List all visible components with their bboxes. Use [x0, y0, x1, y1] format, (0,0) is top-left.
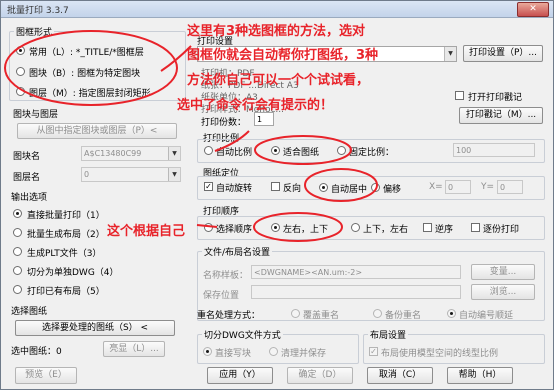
- annotation-line-4: 选中了命令行会有提示的！: [177, 98, 334, 113]
- annotation-line-3: 方法你自己可以一个个试试看，: [187, 73, 370, 88]
- order-lr-circle: [253, 212, 343, 242]
- annotation-side-note: 这个根据自己: [107, 224, 186, 239]
- annotation-line-2: 图框你就会自动帮你打图纸，3种: [187, 48, 379, 63]
- side-arrow: [196, 224, 218, 228]
- frame-type-circle: [4, 30, 178, 106]
- auto-center-circle: [304, 168, 378, 202]
- callout-line: [214, 130, 250, 152]
- fit-paper-circle: [254, 135, 352, 165]
- annotation-line-1: 这里有3种选图框的方法，选对: [187, 24, 366, 39]
- batch-print-dialog: 批量打印 3.3.7 ✕ 图框形式 常用（L）: *_TITLE/*图框层 图块…: [0, 0, 554, 390]
